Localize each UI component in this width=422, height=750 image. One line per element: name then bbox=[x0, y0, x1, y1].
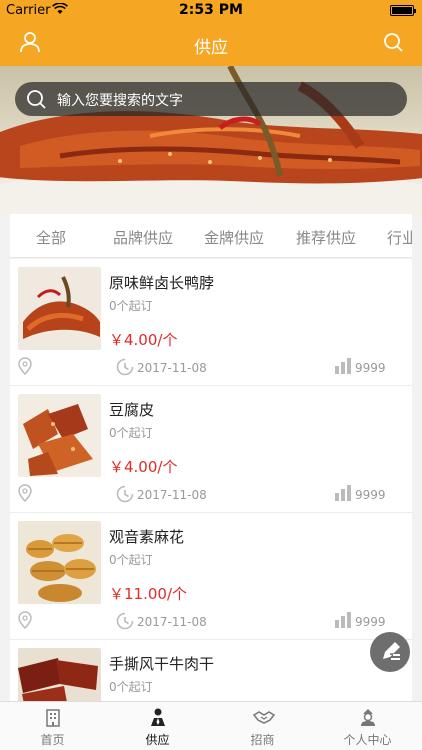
min-order: 0个起订 bbox=[109, 553, 153, 567]
tabbar-label: 供应 bbox=[145, 733, 170, 747]
product-price: ￥4.00/个 bbox=[109, 458, 178, 476]
tabbar-item-investment[interactable]: 招商 bbox=[210, 702, 315, 750]
product-name[interactable]: 观音素麻花 bbox=[109, 526, 184, 547]
search-bar[interactable]: 输入您要搜索的文字 bbox=[15, 82, 407, 116]
tabbar-label: 个人中心 bbox=[343, 733, 392, 747]
carousel-indicator bbox=[0, 205, 422, 220]
tab-gold-supply[interactable]: 金牌供应 bbox=[204, 227, 264, 248]
search-icon[interactable] bbox=[382, 31, 404, 53]
search-icon bbox=[27, 90, 46, 109]
tabbar-item-home[interactable]: 首页 bbox=[0, 702, 105, 750]
view-count: 9999 bbox=[355, 615, 386, 629]
view-count-icon bbox=[335, 612, 351, 628]
view-count-icon bbox=[335, 485, 351, 501]
tab-recommended-supply[interactable]: 推荐供应 bbox=[296, 227, 356, 248]
page-title: 供应 bbox=[194, 38, 228, 58]
location-pin-icon bbox=[18, 484, 32, 502]
person-icon bbox=[151, 708, 165, 726]
location-pin-icon bbox=[18, 611, 32, 629]
list-item[interactable]: 豆腐皮 0个起订 ￥4.00/个 2017-11-08 9999 bbox=[10, 386, 412, 513]
clock-time: 2:53 PM bbox=[179, 2, 243, 18]
battery-icon bbox=[390, 5, 416, 16]
category-tabs: 全部 品牌供应 金牌供应 推荐供应 行业 bbox=[10, 214, 412, 258]
product-name[interactable]: 原味鲜卤长鸭脖 bbox=[109, 272, 214, 293]
min-order: 0个起订 bbox=[109, 680, 153, 694]
tabbar-label: 招商 bbox=[250, 733, 275, 747]
compose-button[interactable] bbox=[370, 632, 410, 672]
clock-icon bbox=[116, 485, 134, 503]
product-image bbox=[18, 267, 101, 350]
bottom-tab-bar: 首页 供应 招商 个人中心 bbox=[0, 701, 422, 750]
product-price: ￥11.00/个 bbox=[109, 585, 187, 603]
status-bar: Carrier 2:53 PM bbox=[0, 0, 422, 22]
handshake-icon bbox=[253, 711, 275, 724]
publish-date: 2017-11-08 bbox=[137, 488, 207, 502]
tabbar-label: 首页 bbox=[40, 733, 65, 747]
product-image bbox=[18, 521, 101, 604]
tab-brand-supply[interactable]: 品牌供应 bbox=[113, 227, 173, 248]
product-price: ￥4.00/个 bbox=[109, 331, 178, 349]
publish-date: 2017-11-08 bbox=[137, 615, 207, 629]
product-image bbox=[18, 394, 101, 477]
view-count: 9999 bbox=[355, 488, 386, 502]
search-input[interactable]: 输入您要搜索的文字 bbox=[57, 90, 183, 110]
location-pin-icon bbox=[18, 357, 32, 375]
view-count-icon bbox=[335, 358, 351, 374]
tabbar-item-supply[interactable]: 供应 bbox=[105, 702, 210, 750]
building-icon bbox=[46, 709, 60, 727]
product-name[interactable]: 手撕风干牛肉干 bbox=[109, 653, 214, 674]
min-order: 0个起订 bbox=[109, 299, 153, 313]
tab-all[interactable]: 全部 bbox=[36, 227, 66, 248]
top-bar: Carrier 2:53 PM 供应 bbox=[0, 0, 422, 66]
clock-icon bbox=[116, 612, 134, 630]
view-count: 9999 bbox=[355, 361, 386, 375]
product-name[interactable]: 豆腐皮 bbox=[109, 399, 154, 420]
list-item[interactable]: 观音素麻花 0个起订 ￥11.00/个 2017-11-08 9999 bbox=[10, 513, 412, 640]
tab-industry[interactable]: 行业 bbox=[387, 227, 412, 248]
pen-icon bbox=[383, 642, 400, 660]
min-order: 0个起订 bbox=[109, 426, 153, 440]
product-list: 原味鲜卤长鸭脖 0个起订 ￥4.00/个 2017-11-08 9999 豆腐皮… bbox=[10, 259, 412, 750]
user-center-icon bbox=[361, 709, 375, 726]
list-item[interactable]: 原味鲜卤长鸭脖 0个起订 ￥4.00/个 2017-11-08 9999 bbox=[10, 259, 412, 386]
clock-icon bbox=[116, 358, 134, 376]
publish-date: 2017-11-08 bbox=[137, 361, 207, 375]
app-screen: Carrier 2:53 PM 供应 输入您要搜索的文字 全部 品牌供应 金牌供… bbox=[0, 0, 422, 750]
tabbar-item-profile[interactable]: 个人中心 bbox=[315, 702, 420, 750]
